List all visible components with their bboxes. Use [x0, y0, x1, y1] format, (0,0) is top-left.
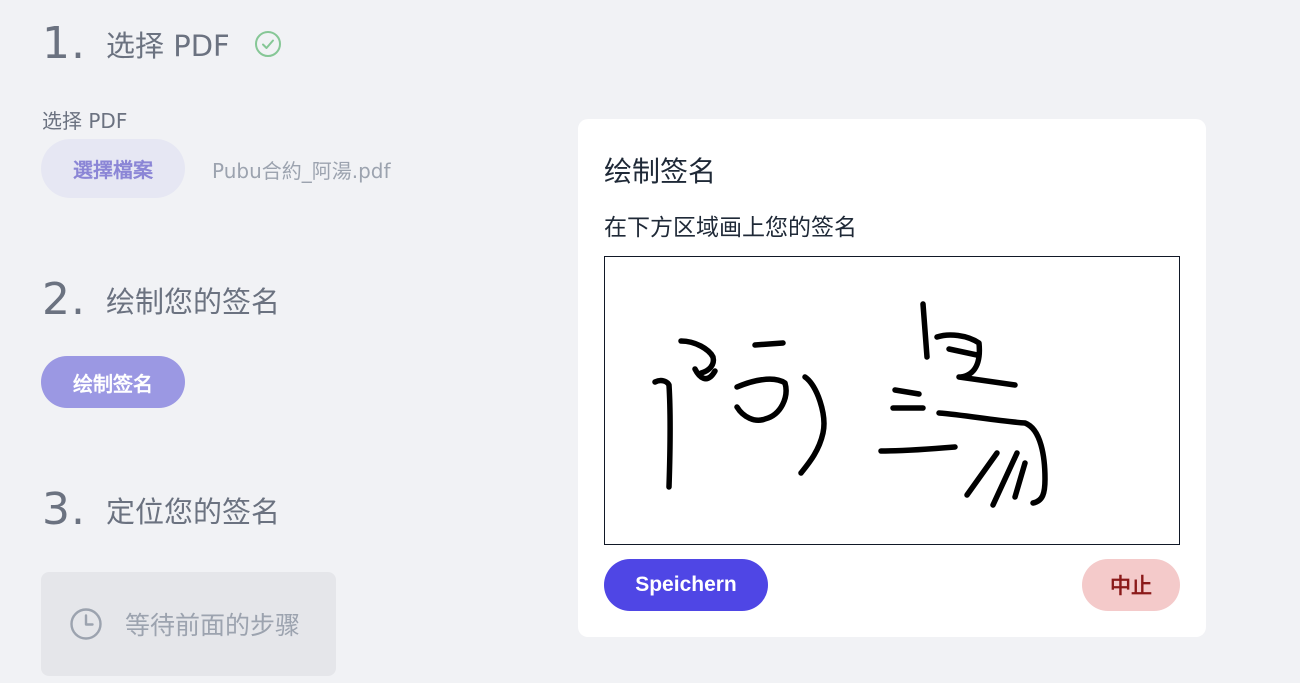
- step-2-heading: 2. 绘制您的签名: [42, 274, 280, 325]
- clock-icon: [70, 608, 102, 640]
- choose-file-button[interactable]: 選擇檔案: [41, 139, 185, 198]
- step-title: 绘制您的签名: [105, 284, 280, 319]
- abort-button[interactable]: 中止: [1082, 559, 1180, 611]
- pdf-select-label: 选择 PDF: [42, 109, 128, 133]
- step-3-heading: 3. 定位您的签名: [42, 484, 280, 535]
- step-title: 选择 PDF: [105, 28, 230, 63]
- signature-modal: 绘制签名 在下方区域画上您的签名 Speichern 中止: [578, 119, 1206, 637]
- step-number: 3.: [42, 484, 86, 535]
- save-button[interactable]: Speichern: [604, 559, 768, 611]
- step-number: 2.: [42, 274, 86, 325]
- selected-file-name: Pubu合約_阿湯.pdf: [212, 159, 391, 183]
- check-circle-icon: [254, 30, 281, 57]
- step-1-heading: 1. 选择 PDF: [42, 18, 282, 69]
- modal-instructions: 在下方区域画上您的签名: [604, 215, 857, 241]
- draw-signature-button[interactable]: 绘制签名: [41, 356, 185, 408]
- step-number: 1.: [42, 18, 86, 69]
- waiting-text: 等待前面的步骤: [125, 611, 301, 640]
- waiting-placeholder: 等待前面的步骤: [41, 572, 336, 676]
- signature-drawing: [652, 301, 1048, 508]
- modal-title: 绘制签名: [604, 155, 717, 188]
- step-title: 定位您的签名: [105, 494, 280, 529]
- signature-canvas[interactable]: [604, 256, 1180, 545]
